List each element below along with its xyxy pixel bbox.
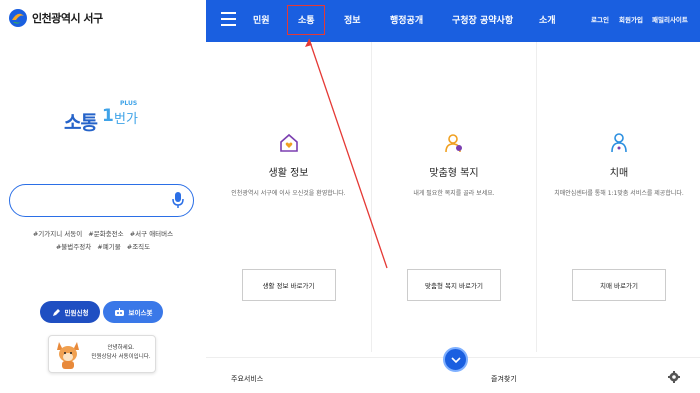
logo-text: 인천광역시 서구 xyxy=(32,12,103,25)
column-living-info: 생활 정보 인천광역시 서구에 이사 오신것을 환영합니다. 생활 정보 바로가… xyxy=(206,42,371,352)
login-link[interactable]: 로그인 xyxy=(591,14,609,24)
column-welfare: 맞춤형 복지 내게 필요한 복지를 골라 보세요. 맞춤형 복지 바로가기 xyxy=(371,42,536,352)
scroll-toggle-button[interactable] xyxy=(443,347,468,372)
brand-sub: 번가 xyxy=(114,112,138,127)
column-title: 치매 xyxy=(609,168,629,179)
apply-label: 민원신청 xyxy=(64,309,89,317)
family-site-link[interactable]: 패밀리사이트 xyxy=(652,14,688,24)
chevron-down-icon xyxy=(450,356,461,363)
column-desc: 내게 필요한 복지를 골라 보세요. xyxy=(413,190,495,197)
seogu-logo-icon xyxy=(9,9,27,27)
hashtag-list: #기가지니 서동이 #문화충전소 #서구 애터버스 #불법주정차 #폐기물 #조… xyxy=(0,228,206,254)
brand-main: 소통 xyxy=(64,112,98,134)
column-title: 생활 정보 xyxy=(268,168,309,179)
brand-number: 1 xyxy=(102,106,114,126)
column-dementia: 치매 치매안심센터를 통해 1:1맞춤 서비스를 제공합니다. 치매 바로가기 xyxy=(536,42,700,352)
welfare-button[interactable]: 맞춤형 복지 바로가기 xyxy=(407,269,501,301)
signup-link[interactable]: 회원가입 xyxy=(619,14,643,24)
hashtag[interactable]: #폐기물 xyxy=(97,243,120,251)
voicebot-button[interactable]: 보이스봇 xyxy=(103,301,163,323)
gear-icon[interactable] xyxy=(668,371,680,383)
person-outline-icon xyxy=(611,133,627,153)
hashtag[interactable]: #기가지니 서동이 xyxy=(33,230,82,238)
hashtag[interactable]: #문화충전소 xyxy=(88,230,123,238)
house-heart-icon xyxy=(279,133,298,152)
chatbot-greeting[interactable]: 안녕하세요. 민원상담사 서동이입니다. xyxy=(48,335,156,373)
column-title: 맞춤형 복지 xyxy=(429,168,479,179)
pencil-icon xyxy=(52,308,60,316)
dementia-button[interactable]: 치매 바로가기 xyxy=(572,269,666,301)
nav-item-civil[interactable]: 민원 xyxy=(253,13,270,26)
sotong-brand-logo: 소통 1 번가 PLUS xyxy=(64,100,154,136)
brand-plus: PLUS xyxy=(120,100,138,107)
robot-icon xyxy=(114,307,124,316)
selected-nav-highlight xyxy=(287,5,325,35)
hamburger-menu-icon[interactable] xyxy=(221,12,236,26)
nav-item-admin-disclosure[interactable]: 행정공개 xyxy=(390,13,423,26)
living-info-button[interactable]: 생활 정보 바로가기 xyxy=(241,269,336,301)
hashtag[interactable]: #서구 애터버스 xyxy=(130,230,173,238)
column-desc: 인천광역시 서구에 이사 오신것을 환영합니다. xyxy=(231,190,346,197)
apply-complaint-button[interactable]: 민원신청 xyxy=(40,301,100,323)
greeting-text: 안녕하세요. 민원상담사 서동이입니다. xyxy=(91,345,151,360)
column-desc: 치매안심센터를 통해 1:1맞춤 서비스를 제공합니다. xyxy=(554,190,684,197)
nav-item-info[interactable]: 정보 xyxy=(344,13,361,26)
hashtag[interactable]: #조직도 xyxy=(127,243,150,251)
hashtag[interactable]: #불법주정차 xyxy=(56,243,91,251)
search-input[interactable] xyxy=(9,184,194,217)
nav-item-about[interactable]: 소개 xyxy=(539,13,556,26)
voicebot-label: 보이스봇 xyxy=(128,309,153,317)
left-panel: 인천광역시 서구 소통 1 번가 PLUS #기가지니 서동이 #문화충전소 #… xyxy=(0,0,206,393)
person-welfare-icon xyxy=(445,134,462,153)
favorites-label[interactable]: 즐겨찾기 xyxy=(491,374,517,384)
main-content: 생활 정보 인천광역시 서구에 이사 오신것을 환영합니다. 생활 정보 바로가… xyxy=(206,42,700,352)
top-navigation: 민원 소통 정보 행정공개 구청장 공약사항 소개 로그인 회원가입 패밀리사이… xyxy=(206,0,700,42)
main-services-label[interactable]: 주요서비스 xyxy=(231,374,263,384)
mascot-icon xyxy=(57,342,79,369)
microphone-icon[interactable] xyxy=(171,191,185,209)
page: 인천광역시 서구 소통 1 번가 PLUS #기가지니 서동이 #문화충전소 #… xyxy=(0,0,700,393)
site-logo[interactable]: 인천광역시 서구 xyxy=(8,8,103,28)
nav-item-pledges[interactable]: 구청장 공약사항 xyxy=(452,13,513,26)
